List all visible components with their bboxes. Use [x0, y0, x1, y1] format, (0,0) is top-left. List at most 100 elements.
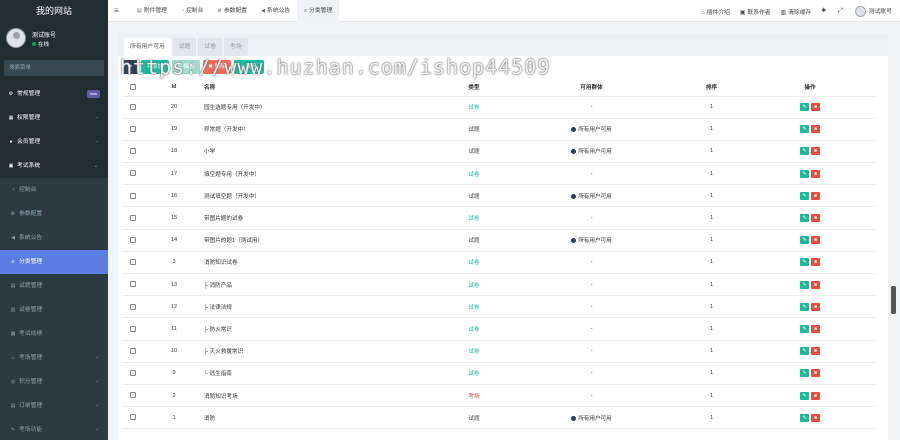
row-checkbox[interactable]: [122, 118, 144, 141]
delete-button[interactable]: ✖ 删除: [203, 60, 231, 74]
delete-row-button[interactable]: ■: [811, 191, 820, 200]
column-header-id[interactable]: Id: [144, 78, 204, 97]
table-row[interactable]: 11 ├ 防火常识 试卷 -1 ✎ ■: [122, 317, 876, 341]
sidebar-item[interactable]: ◔ 控制台: [0, 178, 108, 202]
sidebar-item[interactable]: ⌂ 考场管理 ‹: [0, 346, 108, 370]
scrollbar-track[interactable]: [891, 34, 896, 440]
table-row[interactable]: 17 填空题专用（开发中） 试卷 -1 ✎ ■: [122, 162, 876, 186]
select-all-checkbox[interactable]: [122, 78, 144, 97]
scrollbar-thumb[interactable]: [891, 286, 896, 314]
category-tab[interactable]: 试卷: [198, 38, 223, 56]
edit-row-button[interactable]: ✎: [800, 258, 809, 267]
sidebar-item[interactable]: ▦ 考试成绩: [0, 322, 108, 346]
menu-toggle-icon[interactable]: ≡: [114, 0, 119, 22]
table-row[interactable]: 15 带图片题的试卷 试卷 -1 ✎ ■: [122, 206, 876, 230]
expand-button[interactable]: ≡ 展开: [234, 60, 264, 74]
row-checkbox[interactable]: [122, 340, 144, 363]
table-row[interactable]: 1 消防 试题 所有用户可用 1 ✎ ■: [122, 406, 876, 430]
top-action[interactable]: ✱: [821, 8, 828, 14]
delete-row-button[interactable]: ■: [811, 236, 820, 245]
sidebar-item[interactable]: ● 会员管理 ‹: [0, 130, 108, 154]
edit-row-button[interactable]: ✎: [800, 125, 809, 134]
delete-row-button[interactable]: ■: [811, 413, 820, 422]
top-tab[interactable]: ◀ 系统公告: [254, 0, 297, 22]
edit-row-button[interactable]: ✎: [800, 191, 809, 200]
row-checkbox[interactable]: [122, 162, 144, 186]
row-checkbox[interactable]: [122, 406, 144, 430]
table-row[interactable]: 14 带图片的题1（测试用） 试题 所有用户可用 1 ✎ ■: [122, 229, 876, 252]
row-checkbox[interactable]: [122, 229, 144, 252]
row-checkbox[interactable]: [122, 140, 144, 164]
sidebar-item[interactable]: ▦ 权限管理 ‹: [0, 106, 108, 130]
row-checkbox[interactable]: [122, 384, 144, 408]
add-button[interactable]: + 添加: [141, 60, 169, 74]
table-row[interactable]: 2 消防知识考场 考场 -1 ✎ ■: [122, 384, 876, 408]
sidebar-item[interactable]: ≡ 分类管理: [0, 250, 108, 274]
delete-row-button[interactable]: ■: [811, 258, 820, 267]
edit-row-button[interactable]: ✎: [800, 324, 809, 333]
delete-row-button[interactable]: ■: [811, 147, 820, 156]
edit-row-button[interactable]: ✎: [800, 347, 809, 356]
delete-row-button[interactable]: ■: [811, 214, 820, 223]
row-checkbox[interactable]: [122, 362, 144, 385]
category-tab[interactable]: 试题: [172, 38, 197, 56]
top-action[interactable]: ▥ 清除缓存: [781, 7, 812, 16]
delete-row-button[interactable]: ■: [811, 169, 820, 178]
edit-row-button[interactable]: ✎: [800, 280, 809, 289]
edit-row-button[interactable]: ✎: [800, 214, 809, 223]
edit-row-button[interactable]: ✎: [800, 369, 809, 378]
delete-row-button[interactable]: ■: [811, 280, 820, 289]
delete-row-button[interactable]: ■: [811, 103, 820, 112]
column-header-sort[interactable]: 排序: [679, 78, 744, 97]
sidebar-search-input[interactable]: 搜索菜单: [4, 60, 104, 76]
category-tab[interactable]: 考场: [224, 38, 248, 56]
table-row[interactable]: 3 消防知识试卷 试卷 -1 ✎ ■: [122, 251, 876, 275]
table-row[interactable]: 9 └ 逃生指南 试卷 -1 ✎ ■: [122, 362, 876, 385]
table-row[interactable]: 20 园生选题专用（开发中） 试卷 -1 ✎ ■: [122, 96, 876, 119]
edit-button[interactable]: ✎ 编辑: [172, 60, 200, 74]
row-checkbox[interactable]: [122, 96, 144, 119]
top-action[interactable]: ⤢: [838, 8, 845, 15]
table-row[interactable]: 18 小学 试题 所有用户可用 1 ✎ ■: [122, 140, 876, 164]
sidebar-item[interactable]: ✎ 考场功能 ‹: [0, 418, 108, 440]
top-action[interactable]: ⌂ 插件介绍: [701, 7, 730, 16]
edit-row-button[interactable]: ✎: [800, 302, 809, 311]
table-row[interactable]: 16 测试填空题（开发中） 试题 所有用户可用 1 ✎ ■: [122, 184, 876, 208]
column-header-name[interactable]: 名称: [204, 78, 444, 97]
delete-row-button[interactable]: ■: [811, 125, 820, 134]
edit-row-button[interactable]: ✎: [800, 413, 809, 422]
column-header-type[interactable]: 类型: [444, 78, 504, 97]
top-tab[interactable]: ≡ 分类管理: [297, 0, 340, 22]
category-tab[interactable]: 所有用户可用: [124, 38, 171, 56]
edit-row-button[interactable]: ✎: [800, 236, 809, 245]
delete-row-button[interactable]: ■: [811, 347, 820, 356]
edit-row-button[interactable]: ✎: [800, 391, 809, 400]
refresh-button[interactable]: ⟳: [122, 60, 138, 74]
top-tab[interactable]: ⚙ 参数配置: [210, 0, 254, 22]
delete-row-button[interactable]: ■: [811, 369, 820, 378]
sidebar-item[interactable]: ◀ 系统公告: [0, 226, 108, 250]
table-row[interactable]: 19 异常题（开发中） 试题 所有用户可用 1 ✎ ■: [122, 118, 876, 141]
sidebar-item[interactable]: ⚙ 常规管理 new: [0, 82, 108, 106]
table-row[interactable]: 12 ├ 法律法规 试卷 -1 ✎ ■: [122, 295, 876, 319]
row-checkbox[interactable]: [122, 295, 144, 319]
top-action[interactable]: ▣ 联系作者: [740, 7, 771, 16]
edit-row-button[interactable]: ✎: [800, 169, 809, 178]
row-checkbox[interactable]: [122, 184, 144, 208]
sidebar-item[interactable]: ⚙ 参数配置: [0, 202, 108, 226]
delete-row-button[interactable]: ■: [811, 324, 820, 333]
sidebar-item[interactable]: ▤ 试题管理: [0, 274, 108, 298]
row-checkbox[interactable]: [122, 251, 144, 275]
delete-row-button[interactable]: ■: [811, 302, 820, 311]
row-checkbox[interactable]: [122, 206, 144, 230]
top-tab[interactable]: ▤ 附件管理: [130, 0, 174, 22]
edit-row-button[interactable]: ✎: [800, 103, 809, 112]
account-menu[interactable]: 测试账号: [854, 5, 892, 17]
row-checkbox[interactable]: [122, 317, 144, 341]
sidebar-item[interactable]: ◎ 积分管理 ‹: [0, 370, 108, 394]
edit-row-button[interactable]: ✎: [800, 147, 809, 156]
row-checkbox[interactable]: [122, 273, 144, 297]
table-row[interactable]: 13 ├ 消防产品 试卷 -1 ✎ ■: [122, 273, 876, 297]
sidebar-item[interactable]: ▣ 考试系统 ⌄: [0, 154, 108, 178]
delete-row-button[interactable]: ■: [811, 391, 820, 400]
